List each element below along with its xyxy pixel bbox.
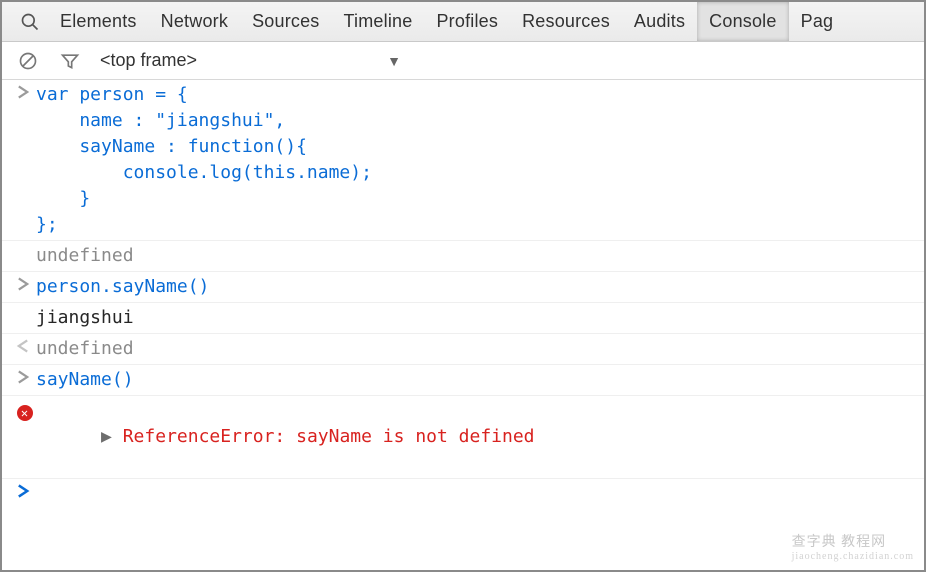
console-output: var person = { name : "jiangshui", sayNa…: [2, 80, 924, 500]
expand-triangle-icon[interactable]: ▶: [101, 426, 123, 447]
tab-timeline[interactable]: Timeline: [332, 2, 425, 41]
error-icon: ✕: [10, 398, 36, 421]
console-input-row: var person = { name : "jiangshui", sayNa…: [2, 80, 924, 241]
console-log-row: jiangshui: [2, 303, 924, 334]
watermark: 查字典 教程网 jiaocheng.chazidian.com: [792, 531, 914, 562]
chevron-down-icon: ▼: [387, 53, 401, 69]
blank-gutter: [10, 243, 36, 246]
devtools-tabbar: Elements Network Sources Timeline Profil…: [2, 2, 924, 42]
tab-resources[interactable]: Resources: [510, 2, 622, 41]
console-text: undefined: [36, 243, 924, 269]
frame-selector[interactable]: <top frame> ▼: [100, 50, 401, 71]
tab-sources[interactable]: Sources: [240, 2, 331, 41]
input-marker-icon: [10, 82, 36, 99]
tab-profiles[interactable]: Profiles: [424, 2, 510, 41]
console-error-text: ▶ ReferenceError: sayName is not defined: [36, 398, 924, 476]
clear-console-icon[interactable]: [16, 49, 40, 73]
frame-selector-label: <top frame>: [100, 50, 197, 71]
filter-icon[interactable]: [58, 49, 82, 73]
console-text: jiangshui: [36, 305, 924, 331]
tab-network[interactable]: Network: [149, 2, 240, 41]
tab-console[interactable]: Console: [697, 2, 788, 41]
tab-overflow[interactable]: Pag: [789, 2, 846, 41]
input-marker-icon: [10, 367, 36, 384]
console-text: undefined: [36, 336, 924, 362]
tab-elements[interactable]: Elements: [48, 2, 149, 41]
console-input-row: person.sayName(): [2, 272, 924, 303]
console-error-row: ✕ ▶ ReferenceError: sayName is not defin…: [2, 396, 924, 479]
console-text: sayName(): [36, 367, 924, 393]
console-input-row: sayName(): [2, 365, 924, 396]
prompt-marker-icon: [10, 481, 36, 498]
console-toolbar: <top frame> ▼: [2, 42, 924, 80]
console-text: person.sayName(): [36, 274, 924, 300]
tab-audits[interactable]: Audits: [622, 2, 697, 41]
input-marker-icon: [10, 274, 36, 291]
blank-gutter: [10, 305, 36, 308]
console-result-row: undefined: [2, 241, 924, 272]
console-result-row: undefined: [2, 334, 924, 365]
console-text: var person = { name : "jiangshui", sayNa…: [36, 82, 924, 238]
console-prompt-row[interactable]: [2, 479, 924, 500]
output-marker-icon: [10, 336, 36, 353]
search-icon[interactable]: [12, 2, 48, 41]
